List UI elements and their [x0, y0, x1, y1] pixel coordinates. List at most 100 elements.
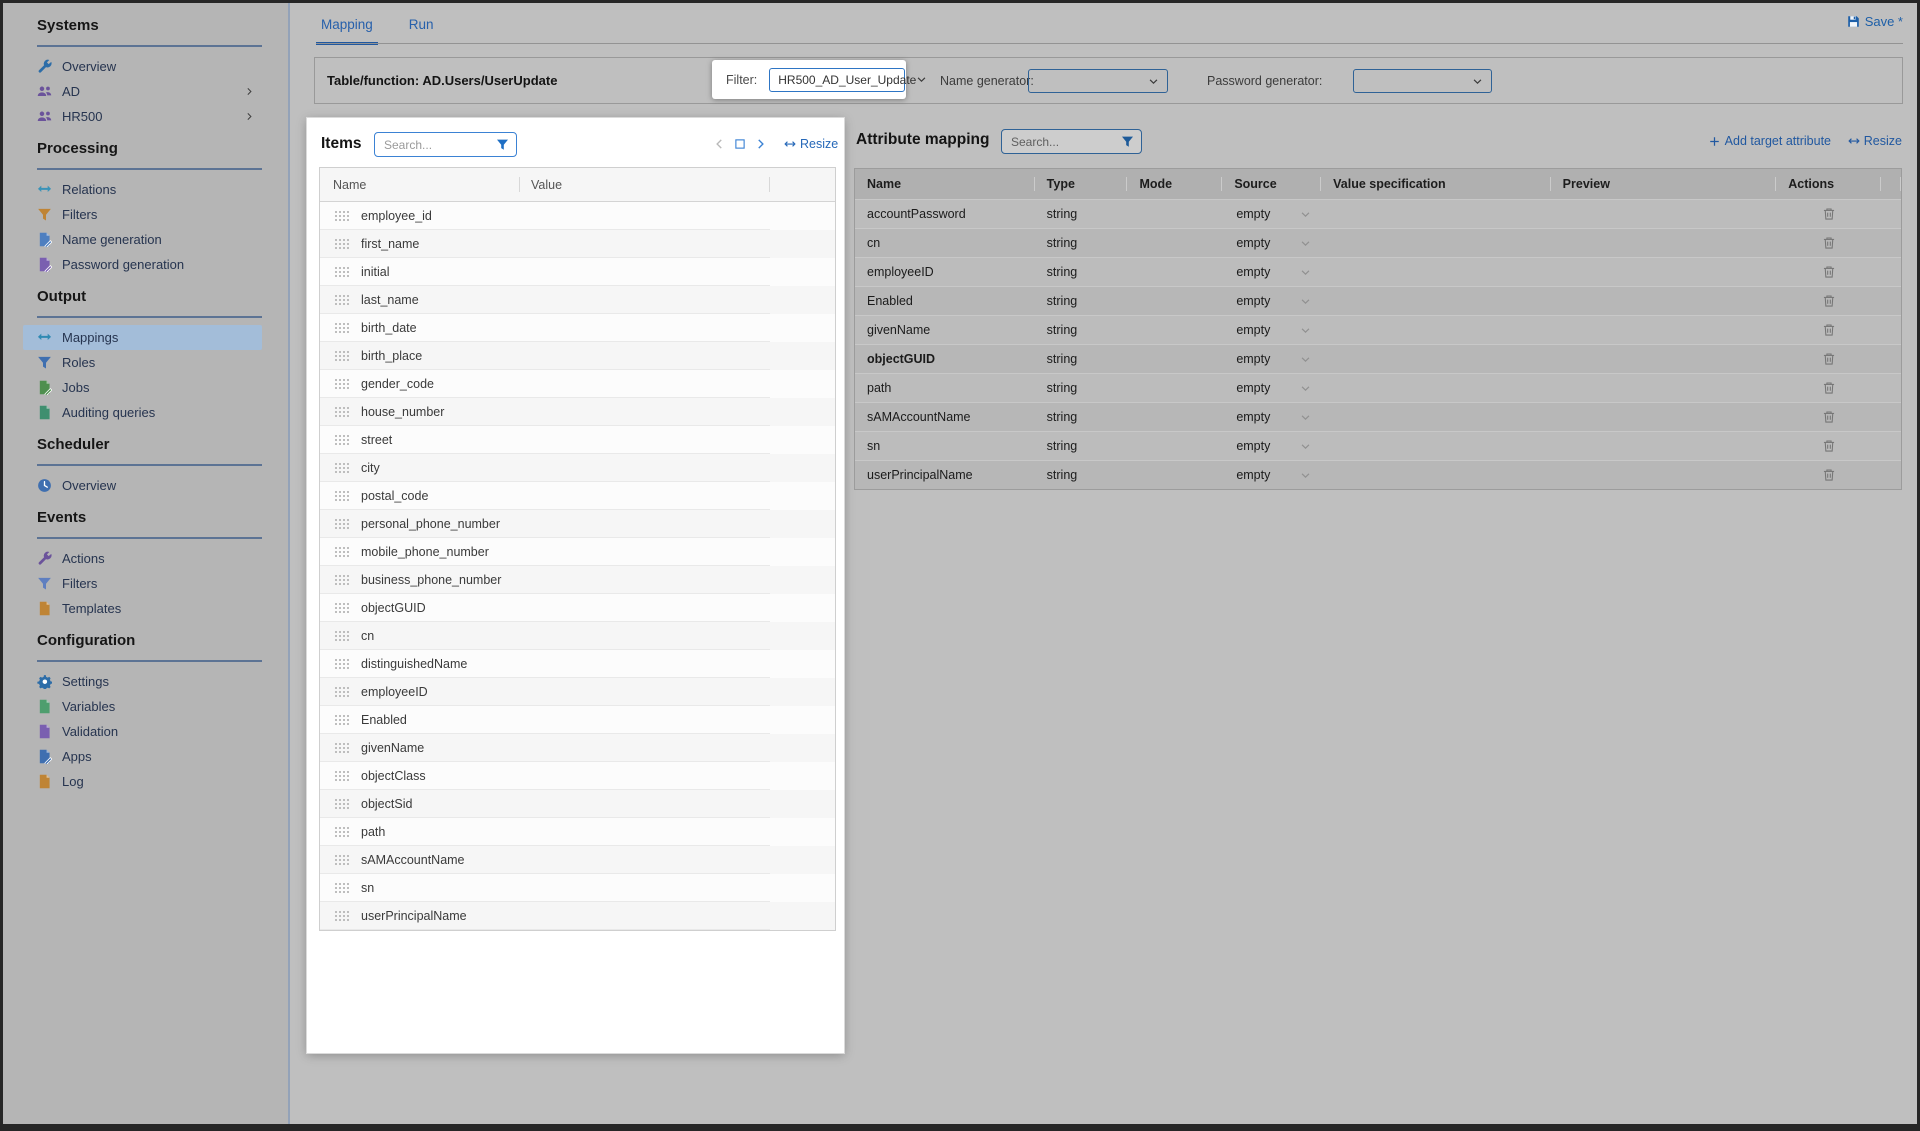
drag-handle-icon[interactable] [334, 378, 350, 389]
sidebar-item-jobs[interactable]: Jobs [3, 375, 288, 400]
item-row[interactable]: personal_phone_number [320, 510, 835, 538]
save-button[interactable]: Save * [1847, 14, 1903, 29]
trash-icon[interactable] [1822, 381, 1836, 395]
trash-icon[interactable] [1822, 439, 1836, 453]
items-search-input[interactable] [382, 137, 496, 153]
item-row[interactable]: path [320, 818, 835, 846]
drag-handle-icon[interactable] [334, 350, 350, 361]
trash-icon[interactable] [1822, 410, 1836, 424]
item-row[interactable]: objectClass [320, 762, 835, 790]
sidebar-item-log[interactable]: Log [3, 769, 288, 794]
add-target-attribute-button[interactable]: Add target attribute [1709, 134, 1831, 148]
item-row[interactable]: street [320, 426, 835, 454]
drag-handle-icon[interactable] [334, 518, 350, 529]
sidebar-item-templates[interactable]: Templates [3, 596, 288, 621]
attribute-row[interactable]: cn string empty [855, 228, 1901, 257]
item-row[interactable]: initial [320, 258, 835, 286]
drag-handle-icon[interactable] [334, 686, 350, 697]
trash-icon[interactable] [1822, 468, 1836, 482]
chevron-down-icon[interactable] [1300, 412, 1311, 423]
tab-run[interactable]: Run [404, 11, 439, 45]
item-row[interactable]: employee_id [320, 202, 835, 230]
attribute-row[interactable]: objectGUID string empty [855, 344, 1901, 373]
drag-handle-icon[interactable] [334, 742, 350, 753]
trash-icon[interactable] [1822, 236, 1836, 250]
drag-handle-icon[interactable] [334, 294, 350, 305]
sidebar-item-mappings[interactable]: Mappings [3, 325, 288, 350]
trash-icon[interactable] [1822, 352, 1836, 366]
attribute-row[interactable]: employeeID string empty [855, 257, 1901, 286]
attribute-row[interactable]: path string empty [855, 373, 1901, 402]
drag-handle-icon[interactable] [334, 406, 350, 417]
attribute-row[interactable]: userPrincipalName string empty [855, 460, 1901, 489]
drag-handle-icon[interactable] [334, 882, 350, 893]
filter-funnel-icon[interactable] [1121, 135, 1134, 148]
sidebar-item-relations[interactable]: Relations [3, 177, 288, 202]
item-row[interactable]: employeeID [320, 678, 835, 706]
drag-handle-icon[interactable] [334, 322, 350, 333]
password-generator-select[interactable] [1353, 69, 1492, 93]
sidebar-item-filters[interactable]: Filters [3, 202, 288, 227]
sidebar-item-roles[interactable]: Roles [3, 350, 288, 375]
chevron-down-icon[interactable] [1300, 354, 1311, 365]
drag-handle-icon[interactable] [334, 574, 350, 585]
drag-handle-icon[interactable] [334, 854, 350, 865]
drag-handle-icon[interactable] [334, 266, 350, 277]
sidebar-item-ad[interactable]: AD [3, 79, 288, 104]
chevron-down-icon[interactable] [1300, 209, 1311, 220]
tab-mapping[interactable]: Mapping [316, 11, 378, 45]
chevron-down-icon[interactable] [1300, 441, 1311, 452]
attribute-mapping-resize-button[interactable]: Resize [1848, 134, 1902, 148]
item-row[interactable]: givenName [320, 734, 835, 762]
next-page-icon[interactable] [755, 138, 767, 150]
sidebar-item-auditing-queries[interactable]: Auditing queries [3, 400, 288, 425]
trash-icon[interactable] [1822, 265, 1836, 279]
prev-page-icon[interactable] [713, 138, 725, 150]
attribute-row[interactable]: accountPassword string empty [855, 199, 1901, 228]
drag-handle-icon[interactable] [334, 490, 350, 501]
drag-handle-icon[interactable] [334, 238, 350, 249]
items-resize-button[interactable]: Resize [784, 137, 838, 151]
attribute-row[interactable]: sn string empty [855, 431, 1901, 460]
item-row[interactable]: business_phone_number [320, 566, 835, 594]
chevron-down-icon[interactable] [1300, 325, 1311, 336]
drag-handle-icon[interactable] [334, 462, 350, 473]
attribute-row[interactable]: givenName string empty [855, 315, 1901, 344]
item-row[interactable]: distinguishedName [320, 650, 835, 678]
attribute-mapping-search-input[interactable] [1009, 134, 1121, 150]
page-indicator-icon[interactable] [734, 138, 746, 150]
name-generator-select[interactable] [1028, 69, 1168, 93]
filter-funnel-icon[interactable] [496, 138, 509, 151]
chevron-down-icon[interactable] [1300, 470, 1311, 481]
item-row[interactable]: birth_date [320, 314, 835, 342]
sidebar-item-validation[interactable]: Validation [3, 719, 288, 744]
trash-icon[interactable] [1822, 294, 1836, 308]
trash-icon[interactable] [1822, 323, 1836, 337]
item-row[interactable]: house_number [320, 398, 835, 426]
drag-handle-icon[interactable] [334, 546, 350, 557]
item-row[interactable]: objectGUID [320, 594, 835, 622]
sidebar-item-filters[interactable]: Filters [3, 571, 288, 596]
trash-icon[interactable] [1822, 207, 1836, 221]
sidebar-item-overview[interactable]: Overview [3, 54, 288, 79]
drag-handle-icon[interactable] [334, 770, 350, 781]
attribute-row[interactable]: sAMAccountName string empty [855, 402, 1901, 431]
item-row[interactable]: Enabled [320, 706, 835, 734]
chevron-down-icon[interactable] [1300, 267, 1311, 278]
drag-handle-icon[interactable] [334, 434, 350, 445]
item-row[interactable]: city [320, 454, 835, 482]
attribute-row[interactable]: Enabled string empty [855, 286, 1901, 315]
chevron-down-icon[interactable] [1300, 238, 1311, 249]
item-row[interactable]: first_name [320, 230, 835, 258]
item-row[interactable]: birth_place [320, 342, 835, 370]
drag-handle-icon[interactable] [334, 630, 350, 641]
drag-handle-icon[interactable] [334, 826, 350, 837]
drag-handle-icon[interactable] [334, 798, 350, 809]
sidebar-item-name-generation[interactable]: Name generation [3, 227, 288, 252]
item-row[interactable]: sn [320, 874, 835, 902]
sidebar-item-apps[interactable]: Apps [3, 744, 288, 769]
item-row[interactable]: last_name [320, 286, 835, 314]
chevron-down-icon[interactable] [1300, 383, 1311, 394]
drag-handle-icon[interactable] [334, 714, 350, 725]
sidebar-item-variables[interactable]: Variables [3, 694, 288, 719]
